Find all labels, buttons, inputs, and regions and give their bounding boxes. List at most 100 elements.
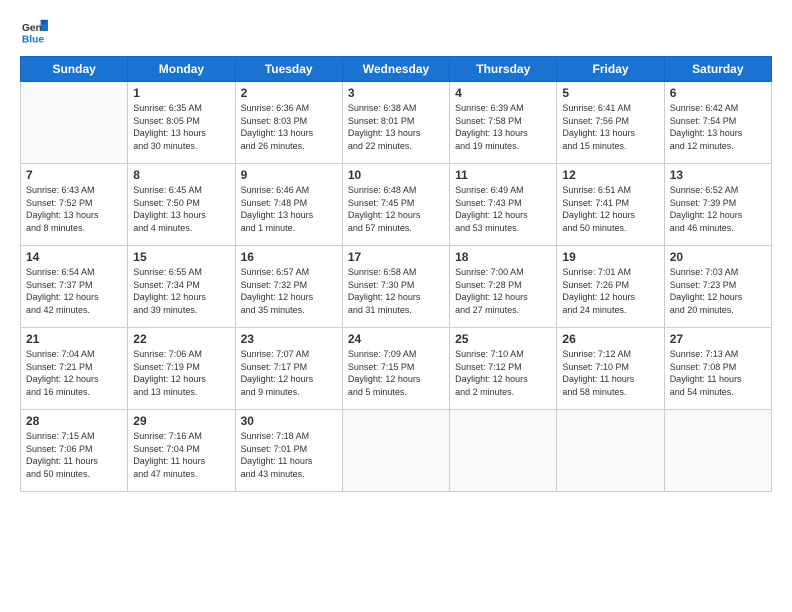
day-info: Sunrise: 7:04 AMSunset: 7:21 PMDaylight:…	[26, 348, 122, 398]
day-number: 13	[670, 168, 766, 182]
day-info: Sunrise: 6:54 AMSunset: 7:37 PMDaylight:…	[26, 266, 122, 316]
day-number: 17	[348, 250, 444, 264]
page-header: General Blue	[20, 18, 772, 46]
day-number: 11	[455, 168, 551, 182]
calendar-cell: 15Sunrise: 6:55 AMSunset: 7:34 PMDayligh…	[128, 246, 235, 328]
day-number: 5	[562, 86, 658, 100]
day-number: 24	[348, 332, 444, 346]
calendar-cell: 9 Sunrise: 6:46 AMSunset: 7:48 PMDaylight…	[235, 164, 342, 246]
day-info: Sunrise: 6:41 AMSunset: 7:56 PMDaylight:…	[562, 102, 658, 152]
day-number: 10	[348, 168, 444, 182]
day-info: Sunrise: 7:12 AMSunset: 7:10 PMDaylight:…	[562, 348, 658, 398]
day-info: Sunrise: 6:42 AMSunset: 7:54 PMDaylight:…	[670, 102, 766, 152]
calendar-cell: 11 Sunrise: 6:49 AMSunset: 7:43 PMDayligh…	[450, 164, 557, 246]
day-number: 4	[455, 86, 551, 100]
calendar-header-saturday: Saturday	[664, 57, 771, 82]
day-number: 8	[133, 168, 229, 182]
logo: General Blue	[20, 18, 52, 46]
calendar-cell: 25 Sunrise: 7:10 AMSunset: 7:12 PMDayligh…	[450, 328, 557, 410]
day-number: 1	[133, 86, 229, 100]
day-number: 28	[26, 414, 122, 428]
day-info: Sunrise: 6:46 AMSunset: 7:48 PMDaylight:…	[241, 184, 337, 234]
calendar-cell: 6 Sunrise: 6:42 AMSunset: 7:54 PMDaylight…	[664, 82, 771, 164]
calendar-cell: 20 Sunrise: 7:03 AMSunset: 7:23 PMDayligh…	[664, 246, 771, 328]
day-info: Sunrise: 6:57 AMSunset: 7:32 PMDaylight:…	[241, 266, 337, 316]
day-number: 30	[241, 414, 337, 428]
day-info: Sunrise: 6:45 AMSunset: 7:50 PMDaylight:…	[133, 184, 229, 234]
day-number: 9	[241, 168, 337, 182]
day-number: 22	[133, 332, 229, 346]
day-info: Sunrise: 7:06 AMSunset: 7:19 PMDaylight:…	[133, 348, 229, 398]
calendar-header-tuesday: Tuesday	[235, 57, 342, 82]
day-info: Sunrise: 6:52 AMSunset: 7:39 PMDaylight:…	[670, 184, 766, 234]
day-info: Sunrise: 6:39 AMSunset: 7:58 PMDaylight:…	[455, 102, 551, 152]
calendar-header-sunday: Sunday	[21, 57, 128, 82]
calendar-cell: 21 Sunrise: 7:04 AMSunset: 7:21 PMDayligh…	[21, 328, 128, 410]
calendar-week-row: 14 Sunrise: 6:54 AMSunset: 7:37 PMDayligh…	[21, 246, 772, 328]
calendar-cell	[664, 410, 771, 492]
logo-icon: General Blue	[20, 18, 48, 46]
svg-text:Blue: Blue	[22, 34, 45, 45]
day-number: 29	[133, 414, 229, 428]
day-number: 3	[348, 86, 444, 100]
calendar-cell: 3 Sunrise: 6:38 AMSunset: 8:01 PMDaylight…	[342, 82, 449, 164]
day-info: Sunrise: 7:10 AMSunset: 7:12 PMDaylight:…	[455, 348, 551, 398]
calendar-cell: 17 Sunrise: 6:58 AMSunset: 7:30 PMDayligh…	[342, 246, 449, 328]
day-number: 7	[26, 168, 122, 182]
calendar-week-row: 7 Sunrise: 6:43 AMSunset: 7:52 PMDaylight…	[21, 164, 772, 246]
calendar-cell: 5 Sunrise: 6:41 AMSunset: 7:56 PMDaylight…	[557, 82, 664, 164]
day-info: Sunrise: 6:43 AMSunset: 7:52 PMDaylight:…	[26, 184, 122, 234]
day-info: Sunrise: 6:58 AMSunset: 7:30 PMDaylight:…	[348, 266, 444, 316]
calendar-cell: 16 Sunrise: 6:57 AMSunset: 7:32 PMDayligh…	[235, 246, 342, 328]
calendar-cell: 18Sunrise: 7:00 AMSunset: 7:28 PMDayligh…	[450, 246, 557, 328]
day-number: 16	[241, 250, 337, 264]
calendar-week-row: 28 Sunrise: 7:15 AMSunset: 7:06 PMDayligh…	[21, 410, 772, 492]
calendar-cell: 12Sunrise: 6:51 AMSunset: 7:41 PMDayligh…	[557, 164, 664, 246]
day-info: Sunrise: 7:16 AMSunset: 7:04 PMDaylight:…	[133, 430, 229, 480]
day-info: Sunrise: 7:09 AMSunset: 7:15 PMDaylight:…	[348, 348, 444, 398]
day-info: Sunrise: 6:38 AMSunset: 8:01 PMDaylight:…	[348, 102, 444, 152]
day-number: 19	[562, 250, 658, 264]
day-info: Sunrise: 7:13 AMSunset: 7:08 PMDaylight:…	[670, 348, 766, 398]
calendar-cell: 8 Sunrise: 6:45 AMSunset: 7:50 PMDaylight…	[128, 164, 235, 246]
day-number: 14	[26, 250, 122, 264]
calendar-cell: 19 Sunrise: 7:01 AMSunset: 7:26 PMDayligh…	[557, 246, 664, 328]
day-info: Sunrise: 6:49 AMSunset: 7:43 PMDaylight:…	[455, 184, 551, 234]
day-info: Sunrise: 6:55 AMSunset: 7:34 PMDaylight:…	[133, 266, 229, 316]
day-number: 27	[670, 332, 766, 346]
calendar-cell: 4 Sunrise: 6:39 AMSunset: 7:58 PMDaylight…	[450, 82, 557, 164]
calendar-cell: 24 Sunrise: 7:09 AMSunset: 7:15 PMDayligh…	[342, 328, 449, 410]
calendar-cell: 7 Sunrise: 6:43 AMSunset: 7:52 PMDaylight…	[21, 164, 128, 246]
calendar-cell: 29 Sunrise: 7:16 AMSunset: 7:04 PMDayligh…	[128, 410, 235, 492]
calendar-header-row: SundayMondayTuesdayWednesdayThursdayFrid…	[21, 57, 772, 82]
day-number: 26	[562, 332, 658, 346]
calendar-cell: 27 Sunrise: 7:13 AMSunset: 7:08 PMDayligh…	[664, 328, 771, 410]
calendar-cell: 26 Sunrise: 7:12 AMSunset: 7:10 PMDayligh…	[557, 328, 664, 410]
calendar-cell: 14 Sunrise: 6:54 AMSunset: 7:37 PMDayligh…	[21, 246, 128, 328]
day-number: 20	[670, 250, 766, 264]
calendar-cell	[342, 410, 449, 492]
day-info: Sunrise: 6:51 AMSunset: 7:41 PMDaylight:…	[562, 184, 658, 234]
calendar-cell: 22 Sunrise: 7:06 AMSunset: 7:19 PMDayligh…	[128, 328, 235, 410]
day-number: 25	[455, 332, 551, 346]
day-number: 21	[26, 332, 122, 346]
day-info: Sunrise: 7:07 AMSunset: 7:17 PMDaylight:…	[241, 348, 337, 398]
calendar-cell: 10 Sunrise: 6:48 AMSunset: 7:45 PMDayligh…	[342, 164, 449, 246]
day-info: Sunrise: 6:35 AMSunset: 8:05 PMDaylight:…	[133, 102, 229, 152]
calendar-cell	[557, 410, 664, 492]
day-info: Sunrise: 7:01 AMSunset: 7:26 PMDaylight:…	[562, 266, 658, 316]
day-number: 6	[670, 86, 766, 100]
calendar-cell: 1 Sunrise: 6:35 AMSunset: 8:05 PMDaylight…	[128, 82, 235, 164]
calendar-cell: 13 Sunrise: 6:52 AMSunset: 7:39 PMDayligh…	[664, 164, 771, 246]
day-info: Sunrise: 7:03 AMSunset: 7:23 PMDaylight:…	[670, 266, 766, 316]
day-number: 2	[241, 86, 337, 100]
day-info: Sunrise: 6:48 AMSunset: 7:45 PMDaylight:…	[348, 184, 444, 234]
calendar-header-monday: Monday	[128, 57, 235, 82]
calendar-header-wednesday: Wednesday	[342, 57, 449, 82]
calendar-cell: 2Sunrise: 6:36 AMSunset: 8:03 PMDaylight…	[235, 82, 342, 164]
calendar-cell	[450, 410, 557, 492]
calendar-week-row: 1 Sunrise: 6:35 AMSunset: 8:05 PMDaylight…	[21, 82, 772, 164]
day-number: 18	[455, 250, 551, 264]
day-info: Sunrise: 7:18 AMSunset: 7:01 PMDaylight:…	[241, 430, 337, 480]
day-info: Sunrise: 7:15 AMSunset: 7:06 PMDaylight:…	[26, 430, 122, 480]
